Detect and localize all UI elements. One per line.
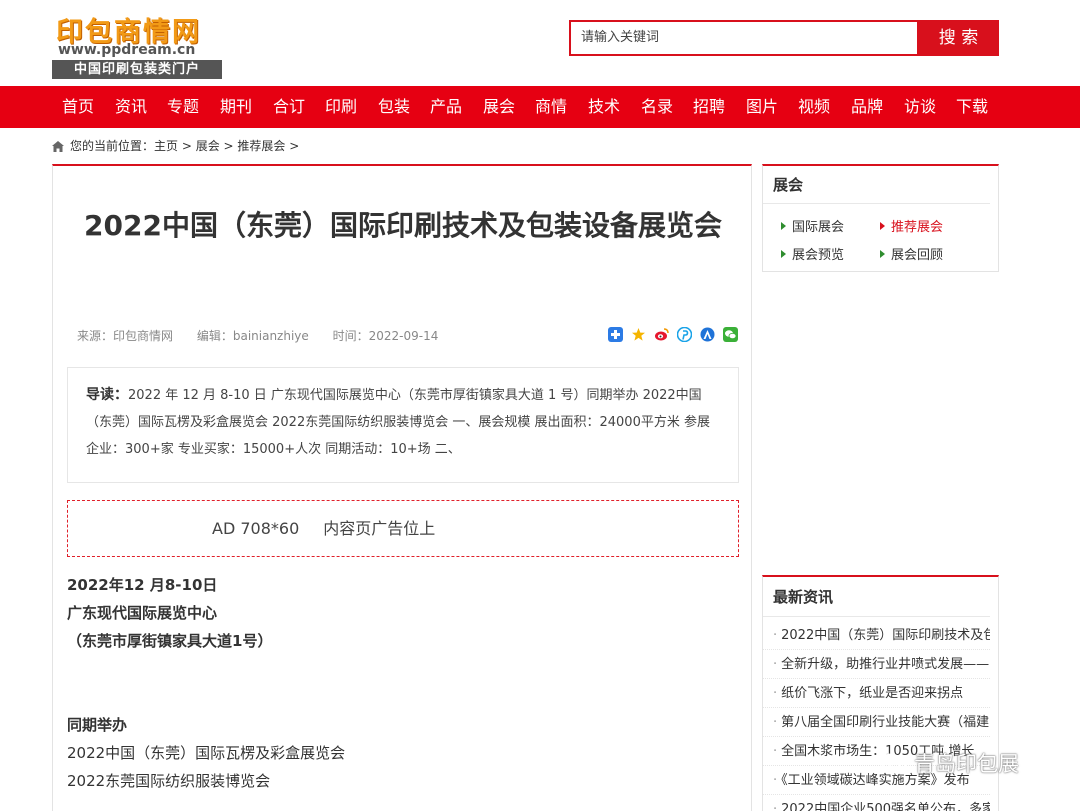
article-intro: 导读：2022 年 12 月 8-10 日 广东现代国际展览中心（东莞市厚街镇家… [67,367,739,483]
nav-item-journals[interactable]: 期刊 [220,86,252,128]
news-item-label: 第八届全国印刷行业技能大赛（福建 [781,715,990,730]
sidebar-link-preview[interactable]: 展会预览 [781,244,844,263]
arrow-icon [880,222,885,230]
people-share-icon[interactable] [700,327,715,342]
watermark-text: 青岛印包展 [914,752,1019,776]
breadcrumb-prefix: 您的当前位置： [70,139,155,153]
site-logo[interactable]: 印包商情网 www.ppdream.cn 中国印刷包装类门户 [52,10,224,80]
breadcrumb-section[interactable]: 展会 [196,139,220,153]
home-icon [52,141,64,155]
nav-item-collections[interactable]: 合订 [273,86,305,128]
sidebar-exhibitions-links: 国际展会 推荐展会 展会预览 展会回顾 [763,204,998,271]
nav-item-jobs[interactable]: 招聘 [693,86,725,128]
breadcrumb-home[interactable]: 主页 [154,139,178,153]
intro-label: 导读： [86,387,128,403]
body-line: 2022中国（东莞）国际瓦楞及彩盒展览会 [67,744,346,762]
article-source: 来源：印包商情网 [77,329,174,343]
ad-text: 内容页广告位上 [323,519,436,538]
sidebar-link-label: 国际展会 [792,220,845,235]
news-item[interactable]: · 2022中国（东莞）国际印刷技术及包 [763,621,990,650]
sidebar-exhibitions-title: 展会 [763,166,990,204]
search-input[interactable]: 请输入关键词 [569,20,919,56]
sidebar-link-label: 推荐展会 [891,220,944,235]
sidebar-link-review[interactable]: 展会回顾 [880,244,943,263]
breadcrumb: 您的当前位置：主页 > 展会 > 推荐展会 > [52,137,299,155]
nav-item-pictures[interactable]: 图片 [746,86,778,128]
star-share-icon[interactable] [631,327,646,342]
nav-item-technology[interactable]: 技术 [588,86,620,128]
nav-item-directory[interactable]: 名录 [641,86,673,128]
sidebar-link-label: 展会预览 [792,248,845,263]
arrow-icon [781,222,786,230]
body-line [67,683,739,711]
body-line: 2022东莞国际纺织服装博览会 [67,772,271,790]
news-item[interactable]: · 第八届全国印刷行业技能大赛（福建 [763,708,990,737]
nav-item-videos[interactable]: 视频 [798,86,830,128]
breadcrumb-separator: > [285,139,300,153]
nav-item-market[interactable]: 商情 [535,86,567,128]
main-nav: 首页 资讯 专题 期刊 合订 印刷 包装 产品 展会 商情 技术 名录 招聘 图… [0,86,1080,128]
news-item-label: 2022中国企业500强名单公布，多家印 [781,802,990,811]
sidebar-link-recommended[interactable]: 推荐展会 [880,216,943,235]
sidebar-link-international[interactable]: 国际展会 [781,216,844,235]
news-list: · 2022中国（东莞）国际印刷技术及包 · 全新升级，助推行业井喷式发展—— · 纸… [763,617,998,811]
news-item[interactable]: · 纸价飞涨下，纸业是否迎来拐点 [763,679,990,708]
news-item-label: 全新升级，助推行业井喷式发展—— [781,657,990,672]
body-line [67,655,739,683]
ad-banner[interactable]: AD 708*60 内容页广告位上 [67,500,739,557]
news-item[interactable]: · 2022中国企业500强名单公布，多家印 [763,795,990,811]
breadcrumb-separator: > [219,139,238,153]
nav-item-exhibitions[interactable]: 展会 [483,86,515,128]
pinterest-share-icon[interactable] [676,326,693,343]
nav-item-packaging[interactable]: 包装 [378,86,410,128]
wechat-icon [880,753,908,780]
news-item[interactable]: · 全新升级，助推行业井喷式发展—— [763,650,990,679]
article-time: 时间：2022-09-14 [332,329,439,343]
site-header: 印包商情网 www.ppdream.cn 中国印刷包装类门户 请输入关键词 搜 … [0,0,1080,86]
plus-share-icon[interactable] [608,327,623,342]
arrow-icon [880,250,885,258]
nav-item-topics[interactable]: 专题 [167,86,199,128]
sidebar-exhibitions: 展会 国际展会 推荐展会 展会预览 展会回顾 [762,164,999,272]
article-panel: 2022中国（东莞）国际印刷技术及包装设备展览会 来源：印包商情网 编辑：bai… [52,164,752,811]
wechat-share-icon[interactable] [723,327,739,342]
nav-item-home[interactable]: 首页 [62,86,94,128]
logo-url: www.ppdream.cn [58,42,196,58]
news-item-label: 2022中国（东莞）国际印刷技术及包 [781,628,990,643]
nav-item-interviews[interactable]: 访谈 [904,86,936,128]
weibo-share-icon[interactable] [654,327,669,342]
breadcrumb-current[interactable]: 推荐展会 [237,139,285,153]
logo-subtitle: 中国印刷包装类门户 [52,60,222,79]
article-body: 2022年12 月8-10日 广东现代国际展览中心 （东莞市厚街镇家具大道1号）… [67,571,739,795]
nav-item-downloads[interactable]: 下载 [956,86,988,128]
body-line: （东莞市厚街镇家具大道1号） [67,632,273,650]
sidebar-news-title: 最新资讯 [763,577,990,617]
nav-item-printing[interactable]: 印刷 [325,86,357,128]
article-meta: 来源：印包商情网 编辑：bainianzhiye 时间：2022-09-14 [77,327,458,344]
body-line: 2022年12 月8-10日 [67,576,218,594]
news-item-label: 纸价飞涨下，纸业是否迎来拐点 [781,686,964,701]
breadcrumb-separator: > [178,139,196,153]
intro-text: 2022 年 12 月 8-10 日 广东现代国际展览中心（东莞市厚街镇家具大道… [86,388,710,457]
arrow-icon [781,250,786,258]
sidebar-link-label: 展会回顾 [891,248,944,263]
nav-item-products[interactable]: 产品 [430,86,462,128]
article-editor: 编辑：bainianzhiye [196,329,309,343]
body-line: 广东现代国际展览中心 [67,604,218,622]
watermark: 青岛印包展 [880,748,1019,780]
nav-item-news[interactable]: 资讯 [115,86,147,128]
article-title: 2022中国（东莞）国际印刷技术及包装设备展览会 [84,209,722,242]
share-bar [608,326,741,345]
search-button[interactable]: 搜 索 [918,20,999,56]
body-line: 同期举办 [67,716,128,734]
ad-size: AD 708*60 [212,519,300,538]
nav-item-brands[interactable]: 品牌 [851,86,883,128]
